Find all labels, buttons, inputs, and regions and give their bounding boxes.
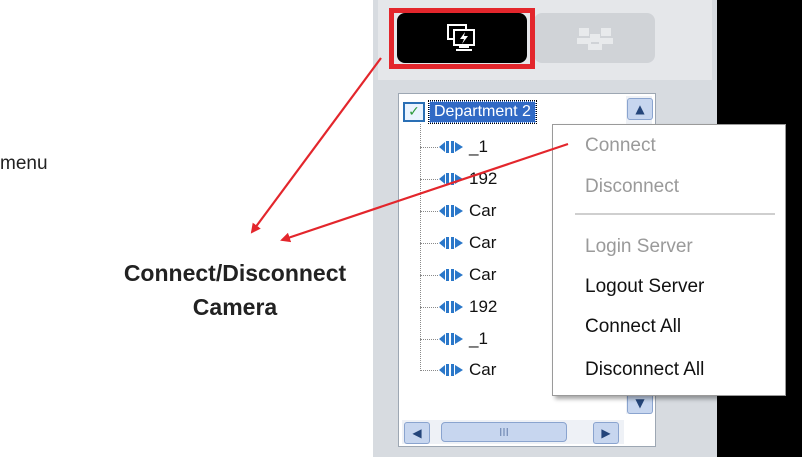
arrow-from-tab — [250, 57, 382, 234]
annotation-arrows — [250, 57, 569, 243]
arrow-from-connect — [280, 142, 569, 243]
